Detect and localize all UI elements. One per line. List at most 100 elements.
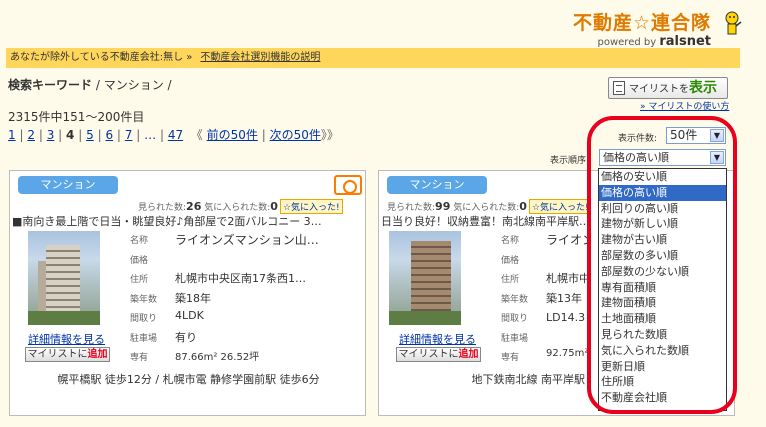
info-value: LD14.3・… xyxy=(546,311,589,324)
page: 不動産☆連合隊 powered by ralsnet あなたが除外している不動産… xyxy=(0,0,766,427)
page-link-last[interactable]: 47 xyxy=(168,128,183,142)
page-ellipsis: … xyxy=(144,128,157,142)
info-key: 名称 xyxy=(501,236,520,246)
company-filter-help-link[interactable]: 不動産会社選別機能の説明 xyxy=(200,52,320,63)
info-key: 駐車場 xyxy=(130,333,158,344)
sort-option[interactable]: 見られた数順 xyxy=(599,327,726,343)
mylist-howto-text: マイリストの使い方 xyxy=(648,102,730,112)
info-value: 87.66m² 26.52坪 xyxy=(175,352,260,363)
sort-order-dropdown[interactable]: 価格の安い順 価格の高い順 利回りの高い順 建物が新しい順 建物が古い順 部屋数の多い順部… xyxy=(598,168,727,411)
listing-stats: 見られた数:26 気に入られた数:0 ☆気に入った! xyxy=(138,199,343,214)
next-arrow-icon: 》》 xyxy=(320,128,339,142)
sort-order-value: 価格の高い順 xyxy=(603,151,669,164)
access-info: 幌平橋駅 徒歩12分 / 札幌市電 静修学園前駅 徒歩6分 xyxy=(57,373,320,386)
show-mylist-button[interactable]: マイリストを表示 xyxy=(608,77,728,99)
site-logo[interactable]: 不動産☆連合隊 powered by ralsnet xyxy=(548,6,743,50)
info-value: 有り xyxy=(175,330,197,344)
add-action: 追加 xyxy=(87,349,108,360)
info-value: ライオンズマンション山… xyxy=(175,233,319,247)
info-key: 住所 xyxy=(130,275,149,285)
show-mylist-action: 表示 xyxy=(689,80,717,96)
sort-option[interactable]: 価格の高い順 xyxy=(599,184,726,201)
add-to-mylist-button[interactable]: マイリストに追加 xyxy=(25,347,110,362)
info-value: 札幌市中央… xyxy=(546,272,589,285)
favs-label: 気に入られた数: xyxy=(453,203,520,213)
logo-powered-text: powered by xyxy=(597,37,657,48)
page-link-6[interactable]: 6 xyxy=(105,128,113,142)
sort-option[interactable]: 土地面積順 xyxy=(599,311,726,327)
search-keyword-value: / マンション / xyxy=(95,78,172,92)
display-count-select[interactable]: 50件 ▼ xyxy=(666,127,726,144)
camera-icon[interactable] xyxy=(334,175,362,195)
sort-option[interactable]: 建物面積順 xyxy=(599,295,726,311)
info-key: 専有 xyxy=(501,353,520,363)
sort-option[interactable]: 専有面積順 xyxy=(599,280,726,296)
sort-option[interactable]: 建物が古い順 xyxy=(599,232,726,248)
listing-description: ■南向き最上階で日当・眺望良好♪角部屋で2面バルコニー 3… xyxy=(12,215,322,228)
info-key: 築年数 xyxy=(501,294,529,305)
sort-option[interactable]: 建物が新しい順 xyxy=(599,216,726,232)
page-link-7[interactable]: 7 xyxy=(125,128,133,142)
favs-count: 0 xyxy=(519,200,527,213)
info-value: 築18年 xyxy=(175,291,211,305)
listing-stats: 見られた数:99 気に入られた数:0 ☆気に入った! xyxy=(387,199,589,214)
property-type-tag: マンション xyxy=(387,176,487,194)
display-count-label: 表示件数: xyxy=(618,134,658,144)
info-key: 間取り xyxy=(130,314,158,324)
property-photo[interactable] xyxy=(389,231,461,325)
excluded-companies-bar: あなたが除外している不動産会社:無し » 不動産会社選別機能の説明 xyxy=(6,48,740,68)
add-to-mylist-button[interactable]: マイリストに追加 xyxy=(396,347,481,362)
info-value: 築13年 xyxy=(546,291,582,305)
logo-title: 不動産☆連合隊 xyxy=(572,12,711,34)
page-link-1[interactable]: 1 xyxy=(8,128,16,142)
sort-option[interactable]: 気に入られた数順 xyxy=(599,343,726,359)
info-key: 駐車場 xyxy=(501,333,529,344)
property-type-tag: マンション xyxy=(18,176,118,194)
page-link-3[interactable]: 3 xyxy=(47,128,55,142)
sort-option[interactable]: 不動産会社順 xyxy=(599,390,726,406)
like-button[interactable]: ☆気に入った! xyxy=(279,199,343,214)
like-button-label: 気に入った! xyxy=(291,203,340,213)
prev-page-link[interactable]: 前の50件 xyxy=(207,128,258,142)
views-count: 26 xyxy=(186,200,202,213)
info-value: 4LDK xyxy=(175,309,204,322)
detail-link[interactable]: 詳細情報を見る xyxy=(399,331,476,347)
sort-option[interactable]: 部屋数の少ない順 xyxy=(599,264,726,280)
add-prefix: マイリストに xyxy=(27,349,88,360)
favs-label: 気に入られた数: xyxy=(204,203,271,213)
mascot-icon xyxy=(725,11,742,35)
like-button[interactable]: ☆気に入った! xyxy=(528,199,589,214)
next-page-link[interactable]: 次の50件 xyxy=(270,128,321,142)
logo-powered-by: powered by ralsnet xyxy=(598,34,712,49)
property-photo[interactable] xyxy=(28,231,100,325)
like-button-label: 気に入った! xyxy=(540,203,589,213)
views-label: 見られた数: xyxy=(387,203,436,213)
add-action: 追加 xyxy=(458,349,479,360)
excluded-companies-text: あなたが除外している不動産会社:無し » xyxy=(10,52,193,63)
info-value: 92.75m² 28… xyxy=(546,348,589,359)
info-key: 間取り xyxy=(501,314,529,324)
page-current: 4 xyxy=(66,128,75,142)
display-count-value: 50件 xyxy=(670,128,698,142)
result-count: 2315件中151～200件目 xyxy=(8,110,145,124)
sort-option[interactable]: 利回りの高い順 xyxy=(599,201,726,217)
listing-description: 日当り良好！収納豊富！南北線南平岸駅… xyxy=(381,215,589,228)
sort-option[interactable]: 部屋数の多い順 xyxy=(599,248,726,264)
sort-option[interactable]: 住所順 xyxy=(599,374,726,390)
info-value: 札幌市中央区南17条西1… xyxy=(175,272,306,285)
prev-arrow-icon: 《 xyxy=(190,128,203,142)
views-label: 見られた数: xyxy=(138,203,187,213)
chevron-down-icon: ▼ xyxy=(710,151,724,164)
info-value: ライオンズ… xyxy=(546,233,589,247)
page-link-5[interactable]: 5 xyxy=(86,128,94,142)
sort-option[interactable]: 価格の安い順 xyxy=(599,169,726,185)
info-key: 築年数 xyxy=(130,294,158,305)
views-count: 99 xyxy=(435,200,451,213)
chevron-down-icon: ▼ xyxy=(710,129,724,142)
sort-order-select[interactable]: 価格の高い順 ▼ xyxy=(599,149,726,166)
page-link-2[interactable]: 2 xyxy=(27,128,35,142)
mylist-howto-link[interactable]: » マイリストの使い方 xyxy=(640,99,729,112)
sort-option[interactable]: 更新日順 xyxy=(599,359,726,375)
favs-count: 0 xyxy=(270,200,278,213)
detail-link[interactable]: 詳細情報を見る xyxy=(28,331,105,347)
